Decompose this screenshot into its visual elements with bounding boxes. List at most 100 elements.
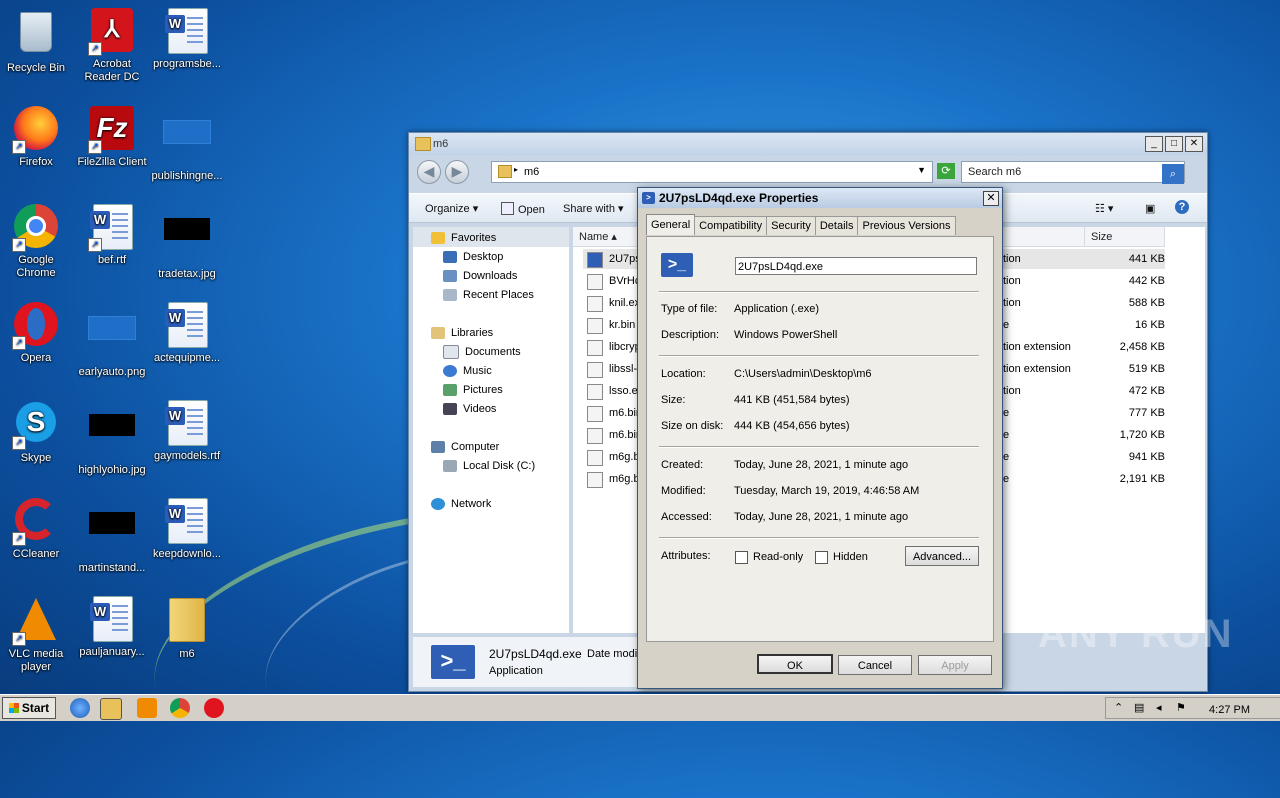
dialog-titlebar[interactable]: > 2U7psLD4qd.exe Properties ✕: [638, 188, 1002, 208]
desktop-icon-recycle-bin[interactable]: Recycle Bin: [0, 8, 74, 75]
pictures-icon: [443, 384, 457, 397]
music-icon: [443, 365, 457, 378]
file-name: kr.bin: [609, 319, 636, 331]
tab-compatibility[interactable]: Compatibility: [694, 216, 768, 235]
nav-recent-places[interactable]: Recent Places: [443, 286, 534, 304]
volume-icon[interactable]: ◂: [1156, 701, 1162, 714]
dialog-tabs: General Compatibility Security Details P…: [646, 214, 956, 236]
documents-icon: [443, 345, 459, 360]
cancel-button[interactable]: Cancel: [838, 655, 912, 675]
maximize-button[interactable]: □: [1165, 136, 1183, 152]
file-size: 519 KB: [1128, 363, 1165, 375]
downloads-icon: [443, 270, 457, 283]
file-size: 2,458 KB: [1119, 341, 1165, 353]
start-button[interactable]: Start: [2, 697, 56, 719]
nav-music[interactable]: Music: [443, 362, 492, 380]
address-bar[interactable]: ▸ m6 ▼: [491, 161, 933, 183]
internet-explorer-icon[interactable]: [70, 698, 90, 718]
file-name: m6g.b: [609, 451, 640, 463]
desktop-icon-keepdownlo[interactable]: keepdownlo...: [149, 498, 225, 561]
file-icon: [587, 384, 603, 400]
ok-button[interactable]: OK: [757, 654, 833, 674]
tray-expand-icon[interactable]: ⌃: [1114, 701, 1123, 714]
preview-pane-icon[interactable]: ▣: [1145, 202, 1155, 215]
desktop-icon-highlyohio-jpg[interactable]: highlyohio.jpg: [74, 400, 150, 477]
nav-favorites[interactable]: Favorites: [431, 229, 496, 247]
column-header-size[interactable]: Size: [1085, 227, 1165, 247]
desktop-icon-acrobat[interactable]: ⅄ ↗ Acrobat Reader DC: [74, 8, 150, 84]
nav-downloads[interactable]: Downloads: [443, 267, 517, 285]
file-type: e: [1003, 473, 1010, 485]
desktop-icon-actequipme[interactable]: actequipme...: [149, 302, 225, 365]
shortcut-arrow-icon: ↗: [88, 238, 102, 252]
chrome-icon[interactable]: [170, 698, 190, 718]
filename-field[interactable]: 2U7psLD4qd.exe: [735, 257, 977, 275]
readonly-checkbox[interactable]: [735, 551, 748, 564]
close-button[interactable]: ✕: [983, 191, 999, 206]
forward-button[interactable]: ▶: [445, 160, 469, 184]
file-icon: [587, 296, 603, 312]
opera-icon[interactable]: [204, 698, 224, 718]
desktop-icon-earlyauto-png[interactable]: earlyauto.png: [74, 302, 150, 379]
firefox-icon: ↗: [12, 106, 60, 154]
share-with-button[interactable]: Share with ▾: [563, 202, 624, 215]
chevron-down-icon[interactable]: ▼: [917, 165, 926, 175]
file-type: tion: [1003, 275, 1021, 287]
tab-previous-versions[interactable]: Previous Versions: [857, 216, 956, 235]
explorer-folder-icon[interactable]: [100, 698, 122, 720]
help-icon[interactable]: ?: [1175, 200, 1189, 214]
desktop-icon-skype[interactable]: S ↗ Skype: [0, 400, 74, 465]
desktop-icon-bef-rtf[interactable]: ↗ bef.rtf: [74, 204, 150, 267]
network-tray-icon[interactable]: ▤: [1134, 701, 1144, 714]
desktop-icon-opera[interactable]: ↗ Opera: [0, 302, 74, 365]
nav-computer[interactable]: Computer: [431, 438, 499, 456]
nav-network[interactable]: Network: [431, 495, 491, 513]
close-button[interactable]: ✕: [1185, 136, 1203, 152]
desktop-icon-programsbe[interactable]: programsbe...: [149, 8, 225, 71]
media-player-icon[interactable]: [137, 698, 157, 718]
desktop-icon-chrome[interactable]: ↗ Google Chrome: [0, 204, 74, 280]
flag-icon[interactable]: ⚑: [1176, 701, 1186, 714]
nav-pictures[interactable]: Pictures: [443, 381, 503, 399]
desktop-icon-martinstand[interactable]: martinstand...: [74, 498, 150, 575]
nav-documents[interactable]: Documents: [443, 343, 521, 361]
desktop-icon-tradetax-jpg[interactable]: tradetax.jpg: [149, 204, 225, 281]
tab-details[interactable]: Details: [814, 216, 859, 235]
desktop-icon-firefox[interactable]: ↗ Firefox: [0, 106, 74, 169]
folder-icon: [415, 137, 431, 151]
computer-icon: [431, 441, 445, 454]
file-icon: [587, 318, 603, 334]
nav-desktop[interactable]: Desktop: [443, 248, 503, 266]
back-button[interactable]: ◀: [417, 160, 441, 184]
tab-general[interactable]: General: [646, 214, 696, 235]
open-button[interactable]: Open: [501, 202, 545, 216]
tab-security[interactable]: Security: [766, 216, 816, 235]
column-header-type[interactable]: [993, 227, 1085, 247]
desktop-icon-gaymodels-rtf[interactable]: gaymodels.rtf: [149, 400, 225, 463]
desktop-icon-ccleaner[interactable]: ↗ CCleaner: [0, 498, 74, 561]
desktop-icon-m6-folder[interactable]: m6: [149, 596, 225, 661]
desktop-icon-publishingne[interactable]: publishingne...: [149, 106, 225, 183]
minimize-button[interactable]: _: [1145, 136, 1163, 152]
nav-local-disk[interactable]: Local Disk (C:): [443, 457, 535, 475]
open-icon: [501, 202, 514, 215]
desktop-icon-pauljanuary[interactable]: pauljanuary...: [74, 596, 150, 659]
advanced-button[interactable]: Advanced...: [905, 546, 979, 566]
hidden-checkbox[interactable]: [815, 551, 828, 564]
clock[interactable]: 4:27 PM: [1209, 704, 1250, 716]
nav-videos[interactable]: Videos: [443, 400, 496, 418]
organize-button[interactable]: Organize ▾: [425, 202, 478, 215]
file-size: 2,191 KB: [1119, 473, 1165, 485]
shortcut-arrow-icon: ↗: [12, 532, 26, 546]
search-icon[interactable]: ⌕: [1162, 164, 1184, 184]
shortcut-arrow-icon: ↗: [12, 238, 26, 252]
search-input[interactable]: Search m6 ⌕: [961, 161, 1185, 184]
refresh-icon[interactable]: ⟳: [937, 163, 955, 179]
desktop-icon-filezilla[interactable]: Fz ↗ FileZilla Client: [74, 106, 150, 169]
apply-button[interactable]: Apply: [918, 655, 992, 675]
desktop-icon-vlc[interactable]: ↗ VLC media player: [0, 596, 74, 674]
explorer-titlebar[interactable]: m6 _ □ ✕: [409, 133, 1207, 155]
view-options-icon[interactable]: ☷ ▾: [1095, 202, 1113, 215]
nav-libraries[interactable]: Libraries: [431, 324, 493, 342]
recycle-bin-icon: [12, 12, 60, 60]
